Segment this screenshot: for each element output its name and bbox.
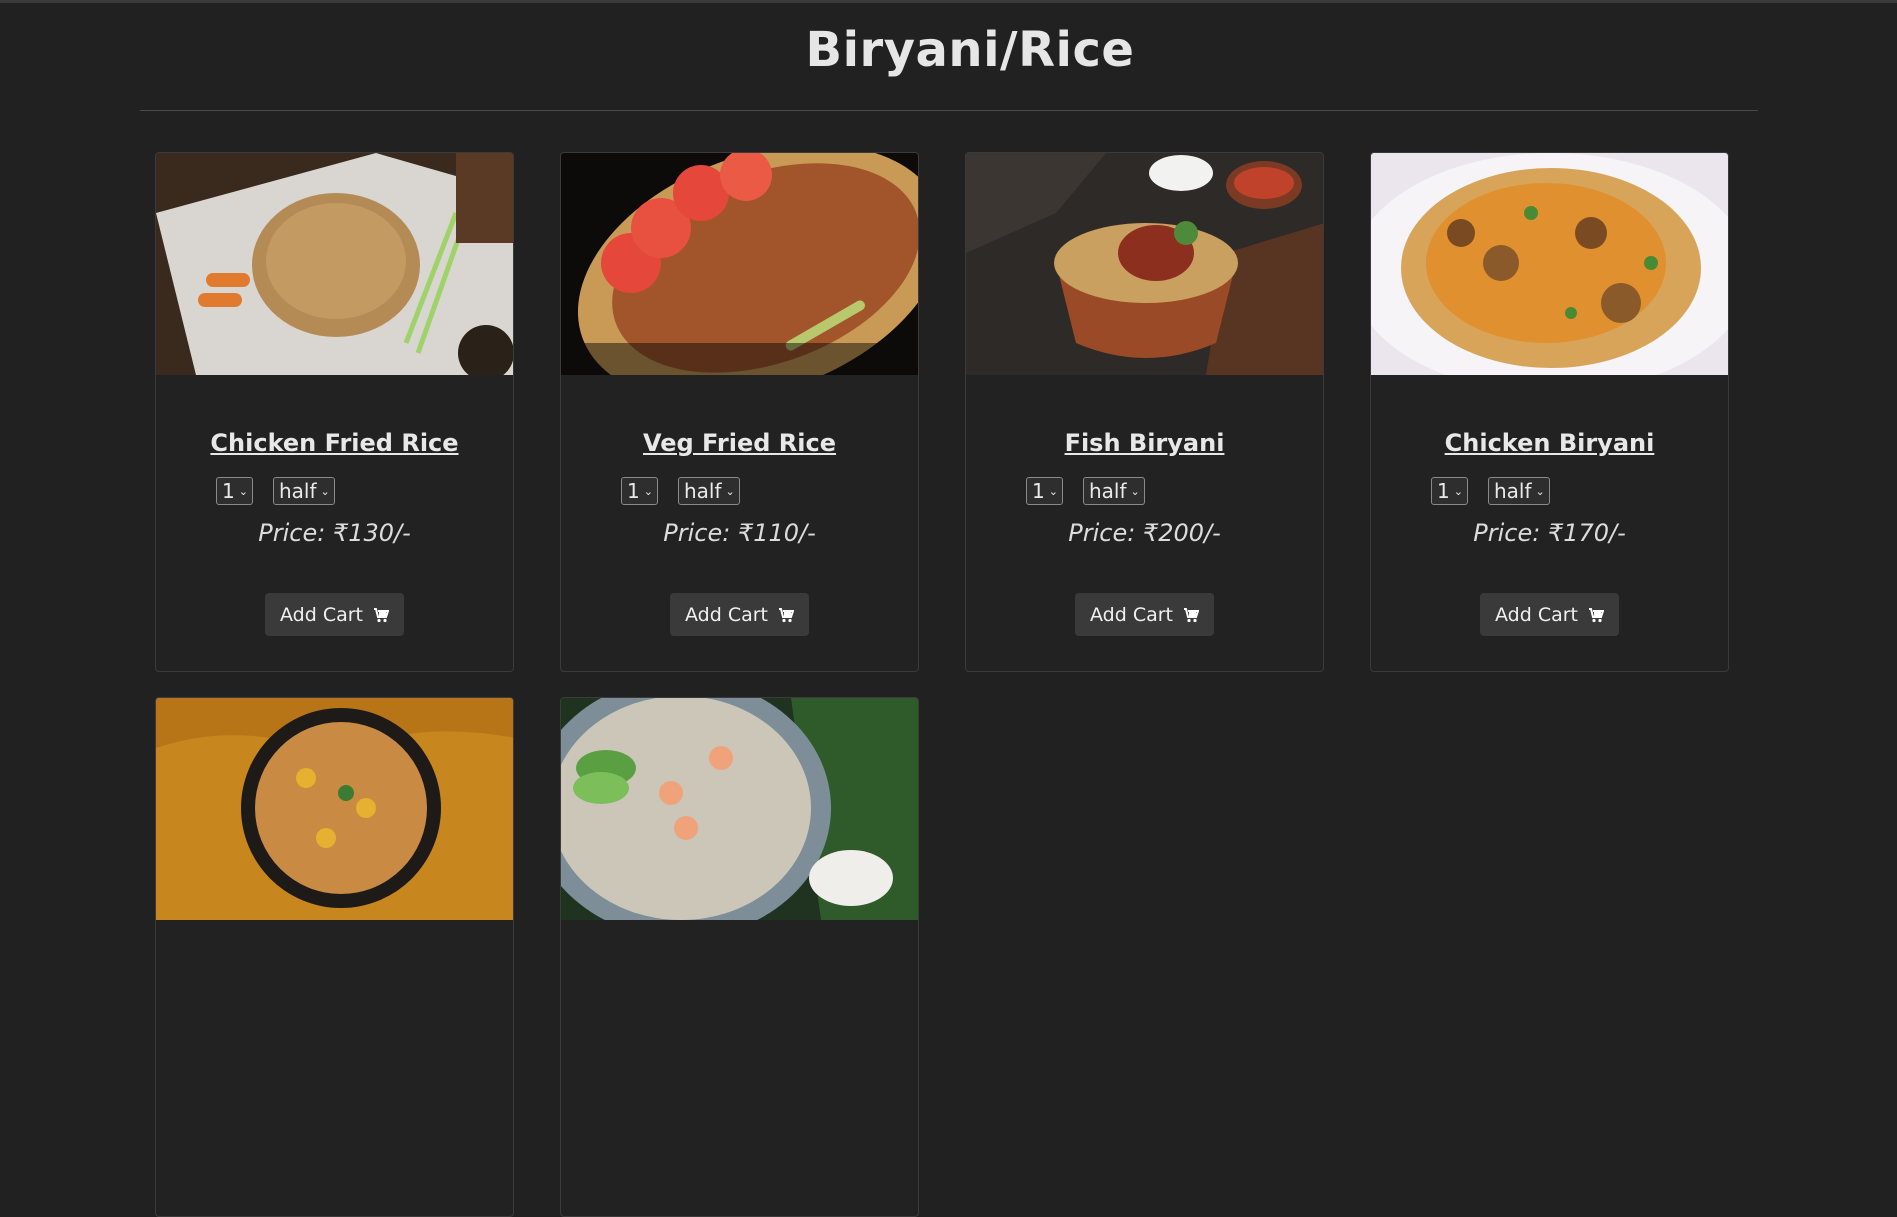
- chevron-down-icon: ⌄: [1453, 484, 1463, 498]
- size-select[interactable]: half ⌄: [1487, 477, 1550, 505]
- add-cart-button[interactable]: Add Cart: [1480, 593, 1619, 636]
- add-cart-button[interactable]: Add Cart: [265, 593, 404, 636]
- item-name[interactable]: Veg Fried Rice: [561, 429, 918, 457]
- item-name[interactable]: Fish Biryani: [966, 429, 1323, 457]
- food-image: [966, 153, 1323, 375]
- food-image: [561, 153, 918, 375]
- chevron-down-icon: ⌄: [1048, 484, 1058, 498]
- quantity-select[interactable]: 1 ⌄: [216, 477, 253, 505]
- top-border: [0, 0, 1897, 3]
- food-image: [156, 698, 513, 920]
- chevron-down-icon: ⌄: [238, 484, 248, 498]
- quantity-select[interactable]: 1 ⌄: [621, 477, 658, 505]
- cart-icon: [778, 607, 794, 623]
- chevron-down-icon: ⌄: [725, 484, 735, 498]
- item-name[interactable]: Chicken Fried Rice: [156, 429, 513, 457]
- add-cart-button[interactable]: Add Cart: [1075, 593, 1214, 636]
- quantity-select[interactable]: 1 ⌄: [1431, 477, 1468, 505]
- chevron-down-icon: ⌄: [643, 484, 653, 498]
- food-image: [156, 153, 513, 375]
- food-image: [1371, 153, 1728, 375]
- chevron-down-icon: ⌄: [1130, 484, 1140, 498]
- chevron-down-icon: ⌄: [320, 484, 330, 498]
- cart-icon: [373, 607, 389, 623]
- quantity-select[interactable]: 1 ⌄: [1026, 477, 1063, 505]
- add-cart-button[interactable]: Add Cart: [670, 593, 809, 636]
- menu-card-partial: [155, 697, 514, 1217]
- cart-icon: [1588, 607, 1604, 623]
- page-title: Biryani/Rice: [805, 22, 1135, 78]
- food-image: [561, 698, 918, 920]
- size-select[interactable]: half ⌄: [677, 477, 740, 505]
- title-divider: [140, 110, 1758, 111]
- cart-icon: [1183, 607, 1199, 623]
- menu-card-chicken-fried-rice: Chicken Fried Rice 1 ⌄ half ⌄ Price: ₹130/…: [155, 152, 514, 672]
- menu-card-partial: [560, 697, 919, 1217]
- item-name[interactable]: Chicken Biryani: [1371, 429, 1728, 457]
- menu-card-veg-fried-rice: Veg Fried Rice 1 ⌄ half ⌄ Price: ₹110/- Ad…: [560, 152, 919, 672]
- item-price: Price: ₹170/-: [1473, 519, 1626, 547]
- item-price: Price: ₹110/-: [663, 519, 816, 547]
- item-price: Price: ₹130/-: [258, 519, 411, 547]
- chevron-down-icon: ⌄: [1535, 484, 1545, 498]
- menu-card-chicken-biryani: Chicken Biryani 1 ⌄ half ⌄ Price: ₹170/- A…: [1370, 152, 1729, 672]
- item-price: Price: ₹200/-: [1068, 519, 1221, 547]
- size-select[interactable]: half ⌄: [272, 477, 335, 505]
- size-select[interactable]: half ⌄: [1082, 477, 1145, 505]
- menu-card-fish-biryani: Fish Biryani 1 ⌄ half ⌄ Price: ₹200/- Add …: [965, 152, 1324, 672]
